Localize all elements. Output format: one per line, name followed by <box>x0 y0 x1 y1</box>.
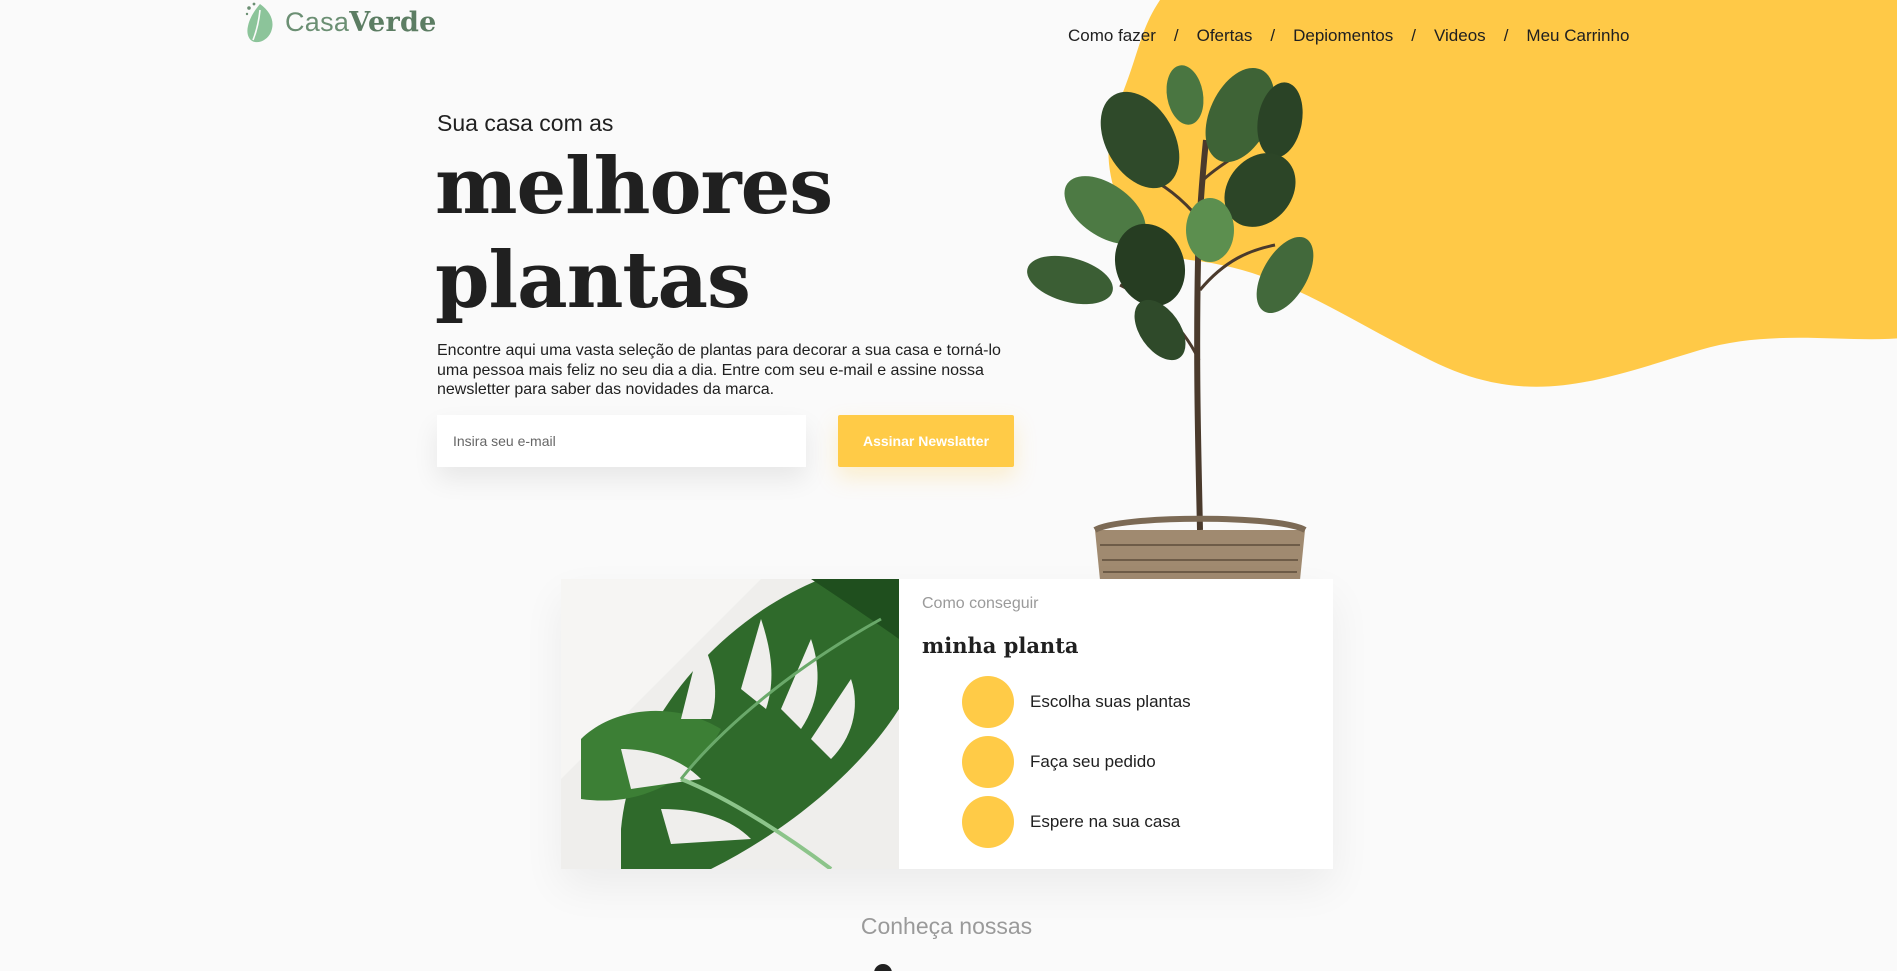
section-heading-glyph-partial <box>874 964 892 971</box>
logo[interactable]: CasaVerde <box>243 0 437 44</box>
nav-separator: / <box>1173 26 1179 45</box>
hero-title: melhores plantas <box>435 140 833 328</box>
step-item: Faça seu pedido <box>962 736 1191 788</box>
email-input[interactable] <box>437 415 806 467</box>
step-circle-icon <box>962 736 1014 788</box>
potted-plant-image <box>1027 65 1314 580</box>
nav-link-depoimentos[interactable]: Depiomentos <box>1293 26 1393 46</box>
how-to-title: minha planta <box>922 633 1079 658</box>
how-to-pretitle: Como conseguir <box>922 595 1039 612</box>
nav-separator: / <box>1270 26 1276 45</box>
step-item: Escolha suas plantas <box>962 676 1191 728</box>
brand-name: CasaVerde <box>285 6 437 38</box>
steps-list: Escolha suas plantas Faça seu pedido Esp… <box>962 676 1191 848</box>
how-to-card: Como conseguir minha planta Escolha suas… <box>561 579 1333 869</box>
newsletter-button[interactable]: Assinar Newslatter <box>838 415 1014 467</box>
how-to-content: Como conseguir minha planta Escolha suas… <box>899 579 1191 869</box>
leaf-logo-icon <box>245 2 273 43</box>
step-item: Espere na sua casa <box>962 796 1191 848</box>
monstera-leaf-image <box>561 579 899 869</box>
step-circle-icon <box>962 796 1014 848</box>
nav-link-meu-carrinho[interactable]: Meu Carrinho <box>1526 26 1629 46</box>
nav-separator: / <box>1411 26 1416 45</box>
step-circle-icon <box>962 676 1014 728</box>
main-nav: Como fazer / Ofertas / Depiomentos / Vid… <box>1068 26 1629 46</box>
hero-pretitle: Sua casa com as <box>437 110 614 136</box>
hero-title-line-2: plantas <box>435 235 751 326</box>
nav-link-videos[interactable]: Videos <box>1434 26 1486 46</box>
hero-title-line-1: melhores <box>435 141 833 232</box>
nav-link-ofertas[interactable]: Ofertas <box>1197 26 1253 46</box>
nav-link-como-fazer[interactable]: Como fazer <box>1068 26 1156 46</box>
hero-description: Encontre aqui uma vasta seleção de plant… <box>437 342 1001 398</box>
step-label: Escolha suas plantas <box>1030 692 1191 711</box>
section-subtitle: Conheça nossas <box>860 913 1033 939</box>
nav-separator: / <box>1503 26 1509 45</box>
step-label: Faça seu pedido <box>1030 752 1156 771</box>
step-label: Espere na sua casa <box>1030 812 1181 831</box>
